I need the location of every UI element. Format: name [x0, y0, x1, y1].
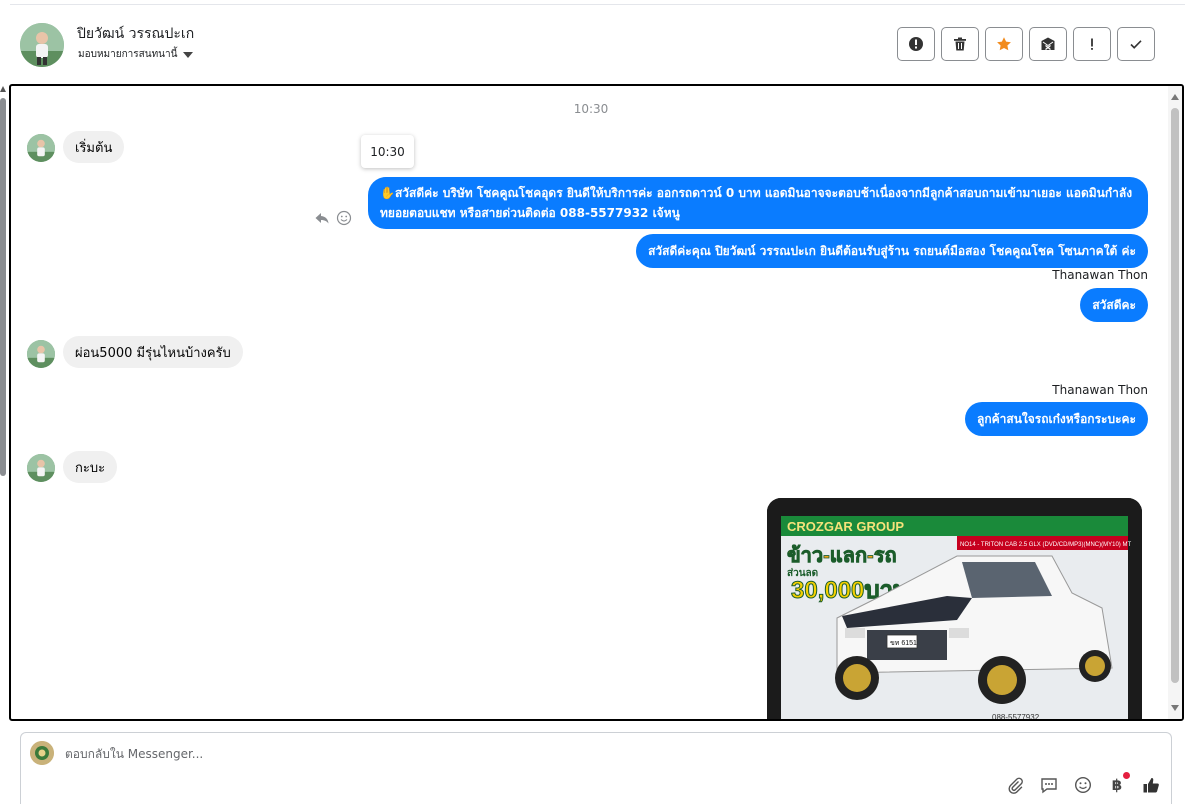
outgoing-message[interactable]: ลูกค้าสนใจรถเก๋งหรือกระบะคะ — [965, 402, 1148, 436]
message-thread[interactable]: 10:30 10:30 เริ่มต้น ✋สวัสดีค่ะ บริษัท โ… — [9, 84, 1184, 721]
exclamation-icon — [1091, 38, 1093, 50]
notification-dot — [1123, 772, 1130, 779]
phone-text: 088-5577932 — [992, 713, 1040, 721]
scroll-up-icon[interactable] — [1171, 94, 1179, 100]
composer-tools: ฿ — [1005, 772, 1161, 795]
assign-label: มอบหมายการสนทนานี้ — [78, 49, 178, 60]
incoming-message[interactable]: ผ่อน5000 มีรุ่นไหนบ้างครับ — [63, 336, 243, 368]
saved-replies-button[interactable] — [1039, 775, 1059, 795]
messenger-inbox: ปิยวัฒน์ วรรณปะเก มอบหมายการสนทนานี้ 10:… — [0, 0, 1185, 804]
caret-down-icon — [183, 51, 194, 58]
sender-avatar[interactable] — [27, 340, 55, 368]
envelope-x-icon — [1041, 37, 1055, 51]
attach-button[interactable] — [1005, 775, 1025, 795]
reply-composer: ฿ — [20, 732, 1172, 804]
outer-scroll-up-icon[interactable] — [0, 86, 6, 92]
follow-up-button[interactable] — [1073, 27, 1111, 61]
thread-timestamp: 10:30 — [573, 102, 609, 116]
scrollbar-thumb[interactable] — [1171, 108, 1179, 683]
outgoing-message[interactable]: ✋สวัสดีค่ะ บริษัท โชคคูณโชคอุดร ยินดีให้… — [368, 177, 1148, 229]
check-icon — [1130, 40, 1142, 49]
message-tools — [314, 210, 352, 226]
star-icon — [997, 37, 1011, 51]
conversation-header: ปิยวัฒน์ วรรณปะเก มอบหมายการสนทนานี้ — [10, 4, 1185, 82]
delete-button[interactable] — [941, 27, 979, 61]
sender-avatar[interactable] — [27, 454, 55, 482]
outgoing-message[interactable]: สวัสดีค่ะคุณ ปิยวัฒน์ วรรณปะเก ยินดีต้อน… — [636, 234, 1148, 268]
outer-scrollbar-thumb[interactable] — [0, 98, 6, 476]
outgoing-message[interactable]: สวัสดีคะ — [1080, 288, 1148, 322]
promo-line1: ข้าว-แลก-รถ — [787, 544, 897, 567]
sender-name: Thanawan Thon — [1052, 383, 1148, 397]
incoming-message[interactable]: เริ่มต้น — [63, 131, 125, 163]
banner-top-text: CROZGAR GROUP — [787, 519, 904, 534]
scroll-down-icon[interactable] — [1171, 705, 1179, 711]
alert-circle-icon — [909, 37, 923, 51]
sender-name: Thanawan Thon — [1052, 268, 1148, 282]
mark-unread-button[interactable] — [1029, 27, 1067, 61]
reply-icon[interactable] — [314, 210, 330, 226]
thumbs-up-icon — [1143, 778, 1159, 793]
chat-bubble-icon — [1041, 778, 1057, 794]
payment-button[interactable]: ฿ — [1107, 772, 1130, 795]
contact-name: ปิยวัฒน์ วรรณปะเก — [77, 26, 195, 42]
paperclip-icon — [1008, 777, 1023, 794]
model-text: NO14 - TRITON CAB 2.5 GLX (DVD/CD/MP3)(M… — [960, 542, 1131, 548]
assign-conversation-dropdown[interactable]: มอบหมายการสนทนานี้ — [78, 47, 194, 62]
plate-text: ขท 6151 — [890, 640, 917, 647]
message-time-tooltip: 10:30 — [361, 135, 414, 168]
sender-avatar[interactable] — [27, 134, 55, 162]
emoji-button[interactable] — [1073, 775, 1093, 795]
react-emoji-icon[interactable] — [336, 210, 352, 226]
emoji-icon — [1074, 776, 1092, 794]
contact-avatar[interactable] — [20, 23, 64, 67]
done-button[interactable] — [1117, 27, 1155, 61]
spam-button[interactable] — [897, 27, 935, 61]
baht-icon: ฿ — [1111, 776, 1123, 794]
page-avatar — [30, 741, 54, 765]
reply-input[interactable] — [65, 747, 965, 761]
star-button[interactable] — [985, 27, 1023, 61]
thread-scrollbar[interactable] — [1168, 86, 1182, 719]
image-attachment[interactable]: CROZGAR GROUP NO14 - TRITON CAB 2.5 GLX … — [767, 498, 1142, 721]
trash-icon — [954, 37, 966, 51]
conversation-actions — [897, 27, 1155, 61]
like-button[interactable] — [1141, 775, 1161, 795]
incoming-message[interactable]: กะบะ — [63, 451, 118, 483]
